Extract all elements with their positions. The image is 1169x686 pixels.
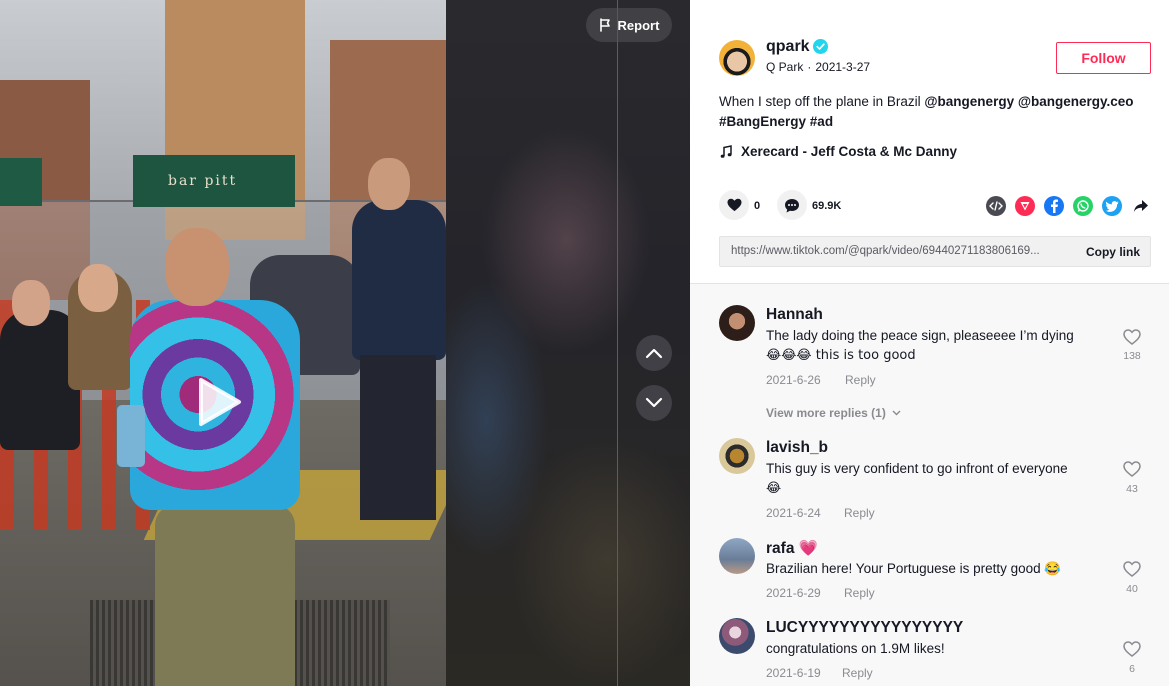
video-player[interactable]: bar pitt Report <box>0 0 690 686</box>
commenter-avatar[interactable] <box>719 538 755 574</box>
comment-date: 2021-6-19 <box>766 666 821 680</box>
reply-button[interactable]: Reply <box>844 586 875 600</box>
comment-like-heart-icon[interactable] <box>1122 459 1142 479</box>
video-divider-line <box>617 0 618 686</box>
scene-person-head <box>78 264 118 312</box>
comment-count: 69.9K <box>812 200 842 212</box>
comment-text-line: This guy is very confident to go infront… <box>766 461 1068 476</box>
like-count: 0 <box>754 200 761 212</box>
caption-text: When I step off the plane in Brazil <box>719 94 921 109</box>
scene-dancer-legs <box>155 505 295 686</box>
commenter-name[interactable]: Hannah <box>766 306 823 324</box>
comment-like-heart-icon[interactable] <box>1122 639 1142 659</box>
action-row: 0 69.9K <box>719 190 1151 222</box>
caption-hashtag[interactable]: #BangEnergy <box>719 114 806 129</box>
facebook-icon[interactable] <box>1044 196 1064 216</box>
comment-text: Brazilian here! Your Portuguese is prett… <box>766 559 1106 579</box>
previous-video-button[interactable] <box>636 335 672 371</box>
follow-button[interactable]: Follow <box>1056 42 1151 74</box>
twitter-icon[interactable] <box>1102 196 1122 216</box>
commenter-name[interactable]: LUCYYYYYYYYYYYYYYYY <box>766 619 963 637</box>
author-avatar[interactable] <box>719 40 755 76</box>
chevron-down-icon <box>892 410 901 416</box>
reply-button[interactable]: Reply <box>845 373 876 387</box>
comment-text: The lady doing the peace sign, pleaseeee… <box>766 326 1106 365</box>
comment-like-count: 40 <box>1126 583 1138 595</box>
post-date: 2021-3-27 <box>815 60 871 74</box>
video-frame[interactable]: bar pitt <box>0 0 446 686</box>
author-username[interactable]: qpark <box>766 38 810 56</box>
scene-person-head <box>368 158 410 210</box>
comment-list: Hannah The lady doing the peace sign, pl… <box>690 283 1169 686</box>
commenter-avatar[interactable] <box>719 438 755 474</box>
caption-hashtag[interactable]: #ad <box>810 114 833 129</box>
copy-link-button[interactable]: Copy link <box>1086 245 1140 259</box>
comment-text-line: The lady doing the peace sign, pleaseeee… <box>766 328 1074 343</box>
chevron-up-icon <box>645 348 663 359</box>
meta-separator: · <box>807 60 812 74</box>
reply-button[interactable]: Reply <box>842 666 873 680</box>
comment-icon <box>785 198 799 212</box>
share-arrow-icon[interactable] <box>1131 196 1151 216</box>
view-replies-label: View more replies (1) <box>766 406 886 420</box>
comment-text-line: 😂 <box>766 480 782 496</box>
verified-badge-icon <box>813 39 828 54</box>
flag-icon <box>599 18 610 32</box>
caption-mention[interactable]: @bangenergy.ceo <box>1018 94 1134 109</box>
scene-awning <box>0 158 42 206</box>
caption-mention[interactable]: @bangenergy <box>924 94 1014 109</box>
chevron-down-icon <box>645 397 663 408</box>
commenter-name[interactable]: lavish_b <box>766 439 828 457</box>
video-caption: When I step off the plane in Brazil @ban… <box>719 92 1151 132</box>
comment-text-line: congratulations on 1.9M likes! <box>766 641 945 656</box>
share-link-url[interactable]: https://www.tiktok.com/@qpark/video/6944… <box>731 245 1066 257</box>
play-icon[interactable] <box>195 376 243 428</box>
whatsapp-icon[interactable] <box>1073 196 1093 216</box>
comment-like-heart-icon[interactable] <box>1122 559 1142 579</box>
commenter-avatar[interactable] <box>719 618 755 654</box>
like-button[interactable] <box>719 190 749 220</box>
scene-drink-can <box>117 405 145 467</box>
storefront-sign: bar pitt <box>168 173 238 189</box>
scene-person-legs <box>360 355 436 520</box>
next-video-button[interactable] <box>636 385 672 421</box>
commenter-avatar[interactable] <box>719 305 755 341</box>
comment-button[interactable] <box>777 190 807 220</box>
author-meta: Q Park · 2021-3-27 <box>766 60 870 74</box>
comment-like-count: 138 <box>1123 350 1141 362</box>
scene-person-head <box>12 280 50 326</box>
comment-date: 2021-6-24 <box>766 506 821 520</box>
comment-like-count: 6 <box>1129 663 1135 675</box>
storefront-awning: bar pitt <box>133 155 295 207</box>
comment-text: This guy is very confident to go infront… <box>766 459 1106 498</box>
video-details-panel: qpark Q Park · 2021-3-27 Follow When I s… <box>690 0 1169 686</box>
author-display-name: Q Park <box>766 60 804 74</box>
comment-date: 2021-6-29 <box>766 586 821 600</box>
report-label: Report <box>617 17 660 33</box>
comment-text: congratulations on 1.9M likes! <box>766 639 1106 659</box>
comment-date: 2021-6-26 <box>766 373 821 387</box>
heart-icon <box>727 198 741 212</box>
view-more-replies-button[interactable]: View more replies (1) <box>766 406 901 420</box>
scene-dancer-head <box>165 228 229 306</box>
comment-text-line: Brazilian here! Your Portuguese is prett… <box>766 561 1062 576</box>
comment-text-line: 😂😂😂 this is too good <box>766 347 916 363</box>
comment-like-heart-icon[interactable] <box>1122 327 1142 347</box>
comment-like-count: 43 <box>1126 483 1138 495</box>
music-note-icon <box>720 144 732 158</box>
scene-person <box>352 200 446 360</box>
reply-button[interactable]: Reply <box>844 506 875 520</box>
commenter-name[interactable]: rafa 💗 <box>766 539 818 558</box>
embed-icon[interactable] <box>986 196 1006 216</box>
music-link[interactable]: Xerecard - Jeff Costa & Mc Danny <box>719 144 957 159</box>
music-title: Xerecard - Jeff Costa & Mc Danny <box>741 144 958 159</box>
tiktok-share-icon[interactable] <box>1015 196 1035 216</box>
report-button[interactable]: Report <box>586 8 672 42</box>
share-link-box: https://www.tiktok.com/@qpark/video/6944… <box>719 236 1151 267</box>
